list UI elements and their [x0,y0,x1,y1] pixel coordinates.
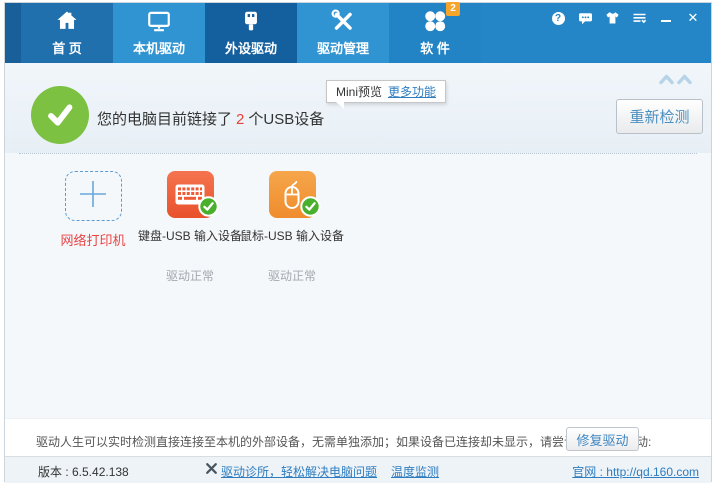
titlebar: 首 页 本机驱动 [5,3,711,63]
close-icon[interactable]: ✕ [685,10,701,26]
mini-preview-tooltip: Mini预览 更多功能 [326,80,446,103]
tab-local-drivers-label: 本机驱动 [133,38,185,57]
keyboard-label: 键盘-USB 输入设备 [138,227,242,244]
tab-software-label: 软 件 [420,38,450,57]
device-area: 网络打印机 [5,153,711,418]
repair-driver-button[interactable]: 修复驱动 [566,427,639,451]
tab-home[interactable]: 首 页 [21,3,113,63]
temperature-monitor-link[interactable]: 温度监测 [391,465,439,479]
banner-message-suffix: 个USB设备 [248,111,324,128]
tab-local-drivers[interactable]: 本机驱动 [113,3,205,63]
app-window: 首 页 本机驱动 [4,2,712,482]
tab-driver-management-label: 驱动管理 [317,38,369,57]
banner-message: 您的电脑目前链接了2个USB设备 [97,108,324,129]
tab-software[interactable]: 2 软 件 [389,3,481,63]
tools-icon [330,6,356,36]
keyboard-icon [167,171,214,218]
clover-icon [422,6,448,36]
dotted-separator [19,153,697,154]
titlebar-left-strip [5,3,21,63]
titlebar-icons: ? [550,10,701,26]
minimize-icon[interactable] [658,10,674,26]
tab-driver-management[interactable]: 驱动管理 [297,3,389,63]
temp-wrap: 温度监测 [391,463,439,481]
hint-row: 驱动人生可以实时检测直接连接至本机的外部设备，无需单独添加；如果设备已连接却未显… [5,418,711,456]
usb-plug-icon [238,6,264,36]
banner-message-prefix: 您的电脑目前链接了 [97,111,232,128]
home-icon [54,6,80,36]
usb-count: 2 [236,111,244,128]
menu-icon[interactable] [631,10,647,26]
mini-preview-label: Mini预览 [336,83,382,100]
more-features-link[interactable]: 更多功能 [388,83,436,100]
tab-home-label: 首 页 [52,38,82,57]
plus-icon [77,178,109,215]
device-keyboard[interactable]: 键盘-USB 输入设备 [137,171,243,244]
mouse-icon [269,171,316,218]
monitor-icon [146,6,172,36]
keyboard-status: 驱动正常 [137,267,243,284]
add-printer-label: 网络打印机 [60,230,125,249]
status-banner: 您的电脑目前链接了2个USB设备 Mini预览 更多功能 重新检测 [5,63,711,153]
hint-text: 驱动人生可以实时检测直接连接至本机的外部设备，无需单独添加；如果设备已连接却未显… [36,433,651,450]
official-site-link[interactable]: 官网 : http://qd.160.com [572,465,699,479]
site-wrap: 官网 : http://qd.160.com [572,463,699,481]
clinic-wrap: 驱动诊所，轻松解决电脑问题 [205,462,377,480]
device-mouse[interactable]: 鼠标-USB 输入设备 [239,171,345,244]
driver-ok-badge [300,196,321,222]
driver-ok-badge [198,196,219,222]
main-nav: 首 页 本机驱动 [21,3,481,63]
screen: 首 页 本机驱动 [0,0,719,484]
footer: 版本 : 6.5.42.138 驱动诊所，轻松解决电脑问题 温度监测 官网 : … [5,456,711,483]
success-check-icon [31,86,89,144]
add-network-printer-tile[interactable]: 网络打印机 [41,171,145,249]
add-printer-box [65,171,122,221]
tab-peripheral-drivers[interactable]: 外设驱动 [205,3,297,63]
feedback-icon[interactable] [577,10,593,26]
collapse-chevrons-icon[interactable] [658,73,694,91]
clinic-tools-icon [205,462,218,480]
software-badge: 2 [446,2,460,16]
skin-icon[interactable] [604,10,620,26]
version-label: 版本 : 6.5.42.138 [38,463,129,480]
driver-clinic-link[interactable]: 驱动诊所，轻松解决电脑问题 [221,463,377,480]
mouse-status: 驱动正常 [239,267,345,284]
help-icon[interactable]: ? [550,10,566,26]
tab-peripheral-drivers-label: 外设驱动 [225,38,277,57]
rescan-button[interactable]: 重新检测 [616,99,703,134]
mouse-label: 鼠标-USB 输入设备 [240,227,344,244]
